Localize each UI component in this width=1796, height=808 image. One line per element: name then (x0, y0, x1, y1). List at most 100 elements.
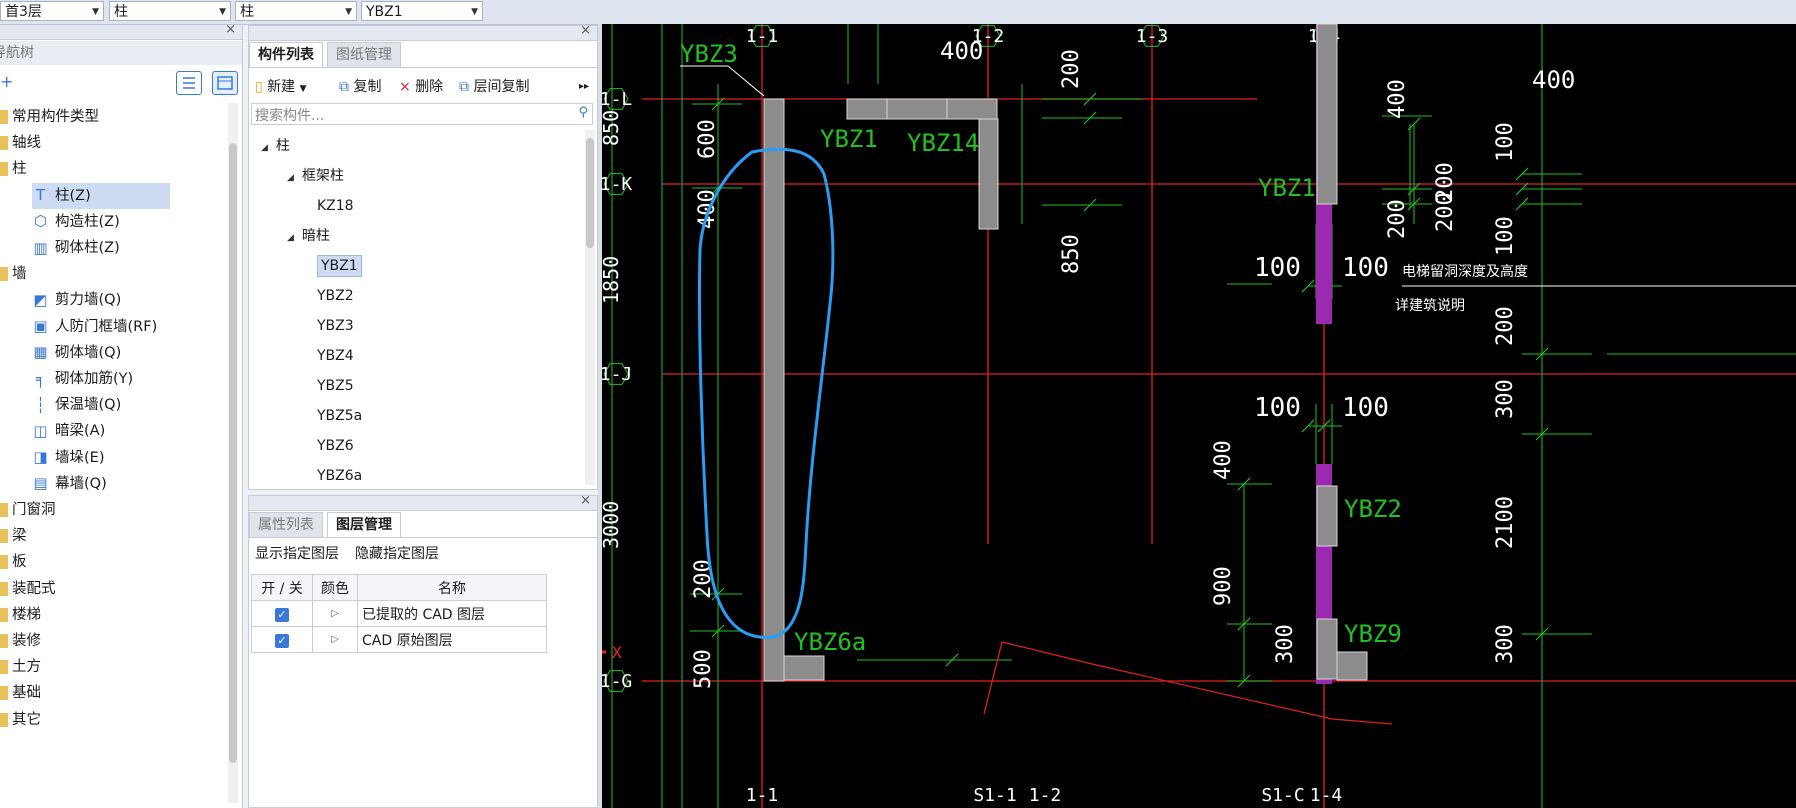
nav-item[interactable]: ▤ 幕墙(Q) (32, 471, 106, 497)
component-scrollbar[interactable] (585, 130, 595, 485)
nav-item[interactable]: ◫ 暗梁(A) (32, 418, 105, 444)
delete-button[interactable]: ⨯ 删除 (399, 76, 443, 98)
more-icon[interactable]: ▸▸ (579, 76, 589, 98)
type-select[interactable]: 柱 ▼ (235, 1, 357, 21)
expand-icon[interactable]: ◢ (261, 143, 268, 153)
component-item-label: YBZ2 (317, 288, 354, 304)
hidden-beam-icon: ◫ (33, 421, 48, 440)
close-icon[interactable]: × (225, 22, 236, 37)
tab-divider (249, 67, 597, 68)
component-item[interactable]: YBZ3 (317, 311, 354, 341)
folder-icon (0, 581, 8, 596)
layer-name: 已提取的 CAD 图层 (357, 600, 547, 627)
show-layer-button[interactable]: 显示指定图层 (255, 542, 339, 566)
layer-row[interactable]: ✓ ▷ CAD 原始图层 (251, 626, 547, 653)
nav-scrollbar-thumb[interactable] (229, 143, 237, 763)
nav-group[interactable]: 常用构件类型 (0, 104, 99, 130)
category-select-value: 柱 (114, 4, 128, 20)
component-item[interactable]: YBZ5a (317, 401, 362, 431)
component-item[interactable]: YBZ6 (317, 431, 354, 461)
expand-icon[interactable]: ◢ (287, 233, 294, 243)
nav-item[interactable]: ◨ 墙垛(E) (32, 445, 104, 471)
list-view-icon[interactable] (176, 71, 202, 95)
nav-group[interactable]: 装修 (0, 628, 41, 654)
nav-item[interactable]: T 柱(Z) (32, 182, 170, 209)
dim-text-right2: 400 (1385, 79, 1410, 119)
component-scrollbar-thumb[interactable] (586, 138, 594, 248)
component-panel-titlebar: × (249, 23, 597, 41)
nav-group[interactable]: 装配式 (0, 576, 56, 602)
close-icon[interactable]: × (580, 493, 591, 508)
nav-group[interactable]: 梁 (0, 523, 27, 549)
chevron-down-icon: ▼ (92, 7, 99, 17)
component-item[interactable]: YBZ2 (317, 281, 354, 311)
expand-icon[interactable]: ▷ (312, 626, 358, 653)
insulation-wall-icon: ┆ (35, 395, 46, 414)
nav-group[interactable]: 其它 (0, 707, 41, 733)
nav-item[interactable]: ╕ 砌体加筋(Y) (32, 366, 133, 392)
component-group[interactable]: ◢ 框架柱 (287, 161, 344, 191)
nav-item[interactable]: ┆ 保温墙(Q) (32, 392, 121, 418)
cad-canvas[interactable]: 1-11-21-31-41-L1-K1-J1-G1-1S1-11-2S1-C1-… (602, 24, 1796, 808)
tab-layer-management[interactable]: 图层管理 (327, 512, 401, 537)
tab-drawing-management[interactable]: 图纸管理 (327, 42, 401, 67)
checkbox-checked-icon[interactable]: ✓ (275, 607, 289, 622)
new-button[interactable]: ▯ 新建 ▼ (255, 76, 307, 98)
component-search-input[interactable]: 搜索构件... ⚲ (251, 103, 593, 125)
floor-copy-button[interactable]: ⧉ 层间复制 (459, 76, 529, 98)
nav-group[interactable]: 楼梯 (0, 602, 41, 628)
nav-group[interactable]: 土方 (0, 654, 41, 680)
tab-property-list[interactable]: 属性列表 (249, 512, 323, 537)
nav-group[interactable]: 墙 (0, 261, 27, 287)
component-item[interactable]: KZ18 (317, 191, 354, 221)
dim-text-far-right: 200 (1433, 192, 1458, 232)
delete-button-label: 删除 (415, 79, 444, 95)
checkbox-checked-icon[interactable]: ✓ (275, 633, 289, 648)
component-group[interactable]: ◢ 暗柱 (287, 221, 330, 251)
hide-layer-button[interactable]: 隐藏指定图层 (355, 542, 439, 566)
layer-row[interactable]: ✓ ▷ 已提取的 CAD 图层 (251, 600, 547, 627)
nav-group[interactable]: 轴线 (0, 130, 41, 156)
tab-property-list-label: 属性列表 (258, 517, 314, 533)
nav-group[interactable]: 门窗洞 (0, 497, 56, 523)
copy-button[interactable]: ⧉ 复制 (339, 76, 381, 98)
cad-drawing-viewport[interactable]: 1-11-21-31-41-L1-K1-J1-G1-1S1-11-2S1-C1-… (602, 24, 1796, 808)
nav-item[interactable]: ▣ 人防门框墙(RF) (32, 314, 157, 340)
nav-item[interactable]: ▥ 砌体柱(Z) (32, 235, 119, 261)
nav-item-label: 保温墙(Q) (55, 397, 122, 414)
nav-group[interactable]: 柱 (0, 156, 27, 182)
category-select[interactable]: 柱 ▼ (109, 1, 231, 21)
nav-item-label: 砌体加筋(Y) (55, 371, 134, 387)
expand-icon[interactable]: ◢ (287, 173, 294, 183)
floor-select[interactable]: 首3层 ▼ (0, 1, 104, 21)
layer-toggle-cell: ✓ (251, 626, 313, 653)
dim-text-right: 400 (1211, 440, 1236, 480)
component-select[interactable]: YBZ1 ▼ (361, 1, 483, 21)
axis-label-1-K: 1-K (602, 174, 632, 195)
column-ybz2 (1316, 485, 1338, 547)
nav-group[interactable]: 板 (0, 549, 27, 575)
nav-item-label: 基础 (12, 685, 41, 702)
wall-pier-icon: ◨ (33, 448, 48, 467)
nav-item-label: 其它 (12, 711, 41, 728)
close-icon[interactable]: × (580, 23, 591, 38)
tab-component-list[interactable]: 构件列表 (249, 42, 323, 67)
nav-item[interactable]: ⬡ 构造柱(Z) (32, 209, 120, 235)
dim-text-right2: 200 (1385, 199, 1410, 239)
component-item[interactable]: YBZ1 (317, 251, 362, 281)
nav-item[interactable]: ▦ 砌体墙(Q) (32, 340, 121, 366)
component-group[interactable]: ◢ 柱 (261, 131, 290, 161)
add-icon[interactable]: + (0, 72, 13, 91)
component-item[interactable]: YBZ5 (317, 371, 354, 401)
search-icon[interactable]: ⚲ (578, 105, 588, 120)
nav-item[interactable]: ◩ 剪力墙(Q) (32, 287, 121, 313)
nav-scrollbar[interactable] (228, 103, 238, 803)
component-item-label: 暗柱 (301, 228, 330, 244)
component-item[interactable]: YBZ4 (317, 341, 354, 371)
nav-group[interactable]: 基础 (0, 680, 41, 706)
detail-view-icon[interactable] (212, 71, 238, 95)
expand-icon[interactable]: ▷ (312, 600, 358, 627)
component-item[interactable]: YBZ6a (317, 461, 362, 491)
axis-label-1-1: 1-1 (746, 26, 779, 47)
nav-item-label: 轴线 (12, 135, 41, 152)
